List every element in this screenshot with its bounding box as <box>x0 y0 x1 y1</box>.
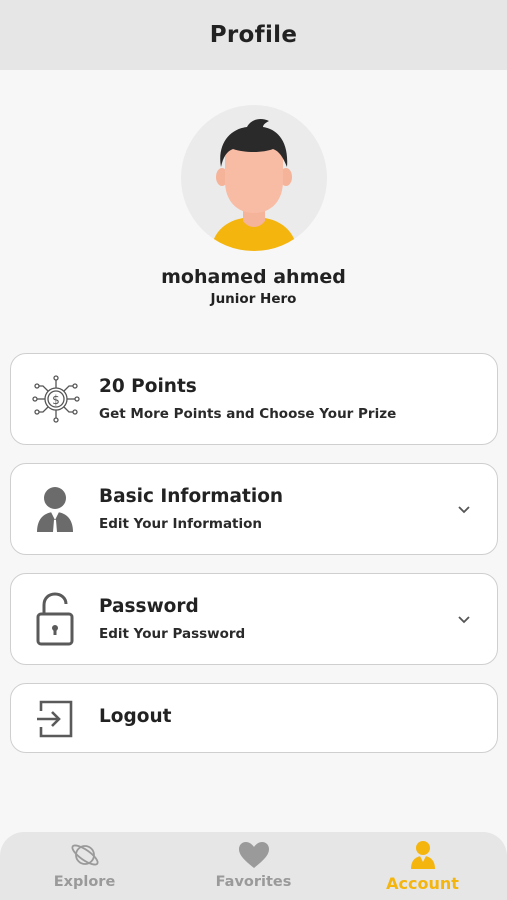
nav-account[interactable]: Account <box>338 832 507 900</box>
logout-title: Logout <box>99 706 172 727</box>
chevron-down-icon[interactable] <box>457 503 471 517</box>
points-card[interactable]: $ 20 Points Get More Points and Choose Y… <box>10 353 498 445</box>
logout-icon <box>35 699 75 739</box>
password-card[interactable]: Password Edit Your Password <box>10 573 498 665</box>
svg-text:$: $ <box>52 393 60 407</box>
nav-favorites-label: Favorites <box>215 874 292 890</box>
page-title: Profile <box>209 22 298 48</box>
user-icon <box>35 484 75 534</box>
nav-favorites[interactable]: Favorites <box>169 832 338 900</box>
nav-explore[interactable]: Explore <box>0 832 169 900</box>
chevron-down-icon[interactable] <box>457 613 471 627</box>
planet-icon <box>69 840 101 870</box>
logout-card[interactable]: Logout <box>10 683 498 753</box>
top-bar: Profile <box>0 0 507 70</box>
bottom-navigation: Explore Favorites Account <box>0 832 507 900</box>
coin-network-icon: $ <box>31 374 81 424</box>
lock-icon <box>35 592 75 646</box>
basic-information-title: Basic Information <box>99 486 284 507</box>
nav-explore-label: Explore <box>53 874 116 890</box>
basic-information-subtitle: Edit Your Information <box>99 516 263 532</box>
user-icon <box>410 840 436 870</box>
password-title: Password <box>99 596 199 617</box>
nav-account-label: Account <box>386 874 459 893</box>
avatar[interactable] <box>181 105 327 251</box>
points-subtitle: Get More Points and Choose Your Prize <box>99 406 397 422</box>
password-subtitle: Edit Your Password <box>99 626 246 642</box>
heart-icon <box>238 840 270 870</box>
user-name: mohamed ahmed <box>161 266 346 288</box>
points-title: 20 Points <box>99 376 197 397</box>
basic-information-card[interactable]: Basic Information Edit Your Information <box>10 463 498 555</box>
user-rank: Junior Hero <box>210 291 297 307</box>
